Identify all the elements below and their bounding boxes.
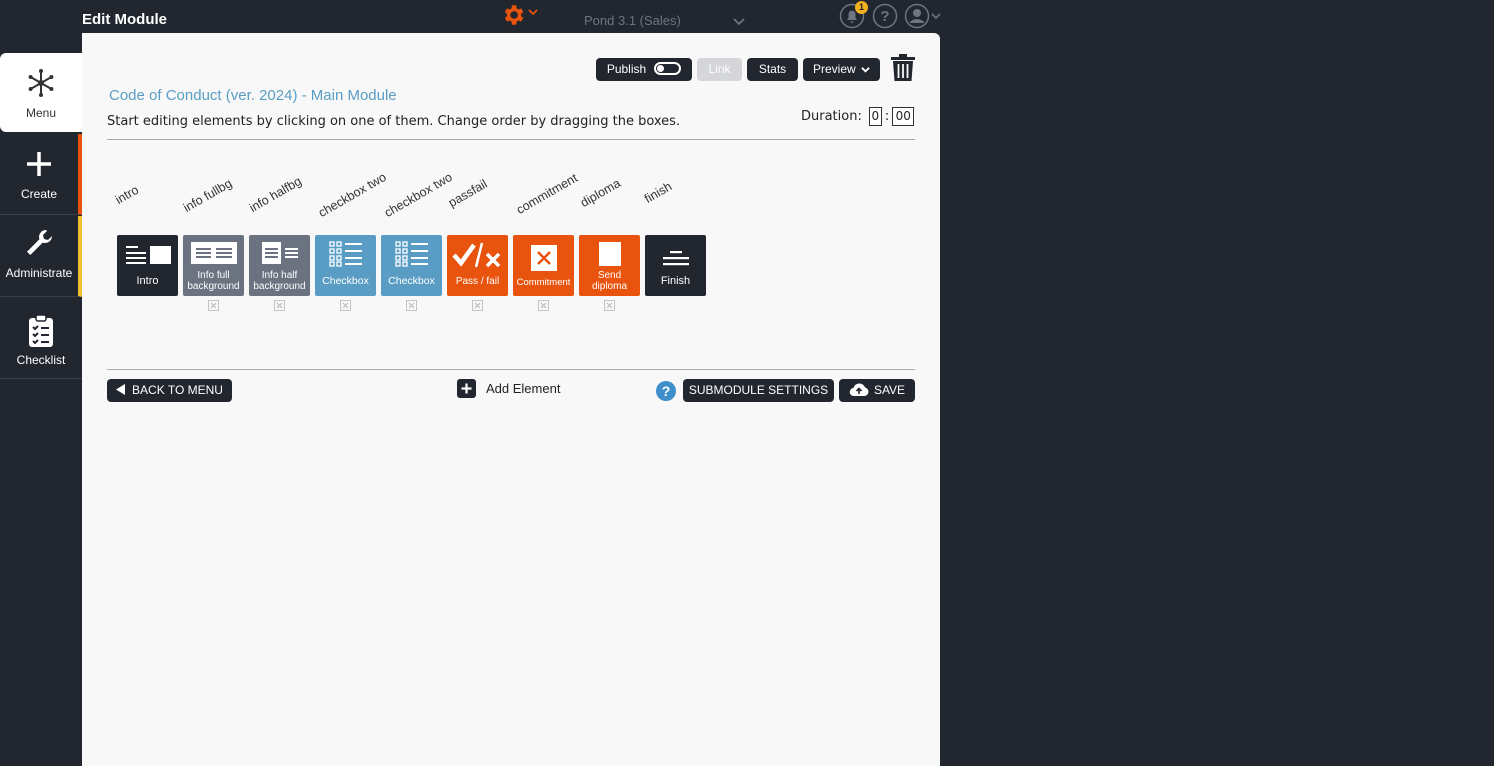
element-label: intro [113,182,142,207]
duration-label: Duration: [801,109,862,124]
clipboard-icon [29,314,53,347]
element-caption: Checkbox [322,275,369,287]
element-tile-finish[interactable]: Finish [645,235,706,296]
duration-minutes-input[interactable]: 00 [892,107,915,126]
element-caption: Send diploma [591,270,628,292]
sidebar-item-label: Menu [25,106,57,120]
delete-element-icon[interactable] [538,300,549,311]
sidebar-item-label: Create [20,187,58,201]
preview-button[interactable]: Preview [803,58,880,81]
sidebar-item-label: Checklist [16,353,66,367]
trash-icon[interactable] [890,54,916,82]
sidebar-item-checklist[interactable]: Checklist [0,298,82,379]
add-square-icon [457,379,476,398]
module-title: Code of Conduct (ver. 2024) - Main Modul… [109,87,397,104]
delete-element-icon[interactable] [208,300,219,311]
add-element-button[interactable]: Add Element [457,379,560,398]
element-caption: Info half background [253,270,306,292]
element-label: commitment [514,170,580,217]
duration-separator: : [884,109,890,124]
element-tile-checkbox[interactable]: Checkbox [315,235,376,296]
element-label: checkbox two [382,170,455,220]
element-label: diploma [578,175,623,210]
preview-label: Preview [812,62,856,76]
diploma-icon [598,242,621,266]
delete-element-icon[interactable] [406,300,417,311]
plus-icon [27,152,51,176]
element-caption: Finish [660,275,691,287]
sidebar-item-create[interactable]: Create [0,134,82,215]
duration-hours-input[interactable]: 0 [868,107,882,126]
back-arrow-icon [116,384,126,396]
element-label: info halfbg [247,174,304,215]
snowflake-icon [28,69,54,97]
chevron-down-icon[interactable] [732,14,746,28]
checkbox-icon [328,241,362,267]
back-to-menu-button[interactable]: BACK TO MENU [107,379,232,402]
element-tile-info-half[interactable]: Info half background [249,235,310,296]
editor-panel: Publish Link Stats Preview Code of Condu… [82,33,940,766]
chevron-down-icon [861,67,870,73]
link-button[interactable]: Link [697,58,742,81]
element-label: checkbox two [316,170,389,220]
delete-element-icon[interactable] [604,300,615,311]
sidebar-item-menu[interactable]: Menu [0,53,82,132]
chevron-down-icon[interactable] [930,10,942,22]
element-tile-pass-fail[interactable]: Pass / fail [447,235,508,296]
element-label: info fullbg [181,176,235,215]
stats-button[interactable]: Stats [747,58,798,81]
save-button[interactable]: SAVE [839,379,915,402]
element-tile-diploma[interactable]: Send diploma [579,235,640,296]
pass-fail-icon [451,242,500,268]
element-caption: Checkbox [388,275,435,287]
element-caption: Intro [136,275,159,287]
element-caption: Pass / fail [455,276,500,287]
intro-icon [125,246,171,264]
divider [107,139,915,140]
element-tile-intro[interactable]: Intro [117,235,178,296]
notification-badge: 1 [855,1,868,14]
delete-element-icon[interactable] [274,300,285,311]
element-tile-info-full[interactable]: Info full background [183,235,244,296]
delete-element-icon[interactable] [340,300,351,311]
publish-label: Publish [606,62,647,76]
info-half-icon [261,242,298,264]
instructions-text: Start editing elements by clicking on on… [107,114,681,129]
checkbox-icon [394,241,428,267]
element-caption: Commitment [516,277,571,288]
submodule-settings-button[interactable]: SUBMODULE SETTINGS [683,379,834,402]
settings-gear-icon[interactable] [500,2,526,28]
page-title: Edit Module [82,11,167,28]
cloud-upload-icon [849,383,869,396]
add-element-label: Add Element [486,381,561,396]
element-tile-checkbox[interactable]: Checkbox [381,235,442,296]
sidebar-item-label: Administrate [5,266,73,280]
help-button[interactable]: ? [656,381,676,401]
org-selector[interactable]: Pond 3.1 (Sales) [584,13,681,28]
commitment-icon [530,245,557,271]
user-avatar-icon[interactable] [904,3,930,29]
element-tile-commitment[interactable]: Commitment [513,235,574,296]
publish-toggle[interactable]: Publish [596,58,692,81]
chevron-down-icon[interactable] [527,6,539,18]
sidebar-item-administrate[interactable]: Administrate [0,216,82,297]
help-icon[interactable]: ? [872,3,898,29]
divider [107,369,915,370]
toggle-switch[interactable] [654,62,682,76]
save-label: SAVE [873,383,906,397]
info-full-icon [190,242,237,264]
finish-icon [662,251,689,266]
duration-control: Duration: 0 : 00 [801,107,915,126]
wrench-icon [27,230,52,255]
element-caption: Info full background [187,270,240,292]
svg-text:?: ? [880,8,889,25]
delete-element-icon[interactable] [472,300,483,311]
back-label: BACK TO MENU [132,383,223,397]
element-label: finish [642,179,675,206]
